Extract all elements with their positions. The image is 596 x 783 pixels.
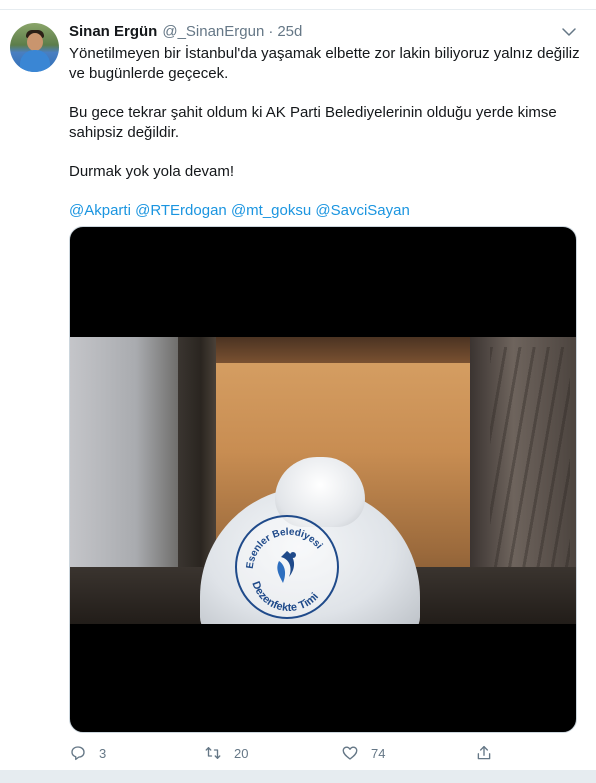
tweet-paragraph: Bu gece tekrar şahit oldum ki AK Parti B… bbox=[69, 104, 557, 141]
video-player[interactable]: Esenler Belediyesi Dezenfekte Timi bbox=[69, 226, 577, 733]
reply-icon bbox=[71, 746, 85, 761]
timeline-bottom-divider bbox=[0, 770, 596, 783]
heart-icon bbox=[342, 746, 358, 760]
video-door-top bbox=[215, 337, 475, 363]
mentions-line: @Akparti @RTErdogan @mt_goksu @SavciSaya… bbox=[69, 201, 584, 221]
video-frame: Esenler Belediyesi Dezenfekte Timi bbox=[70, 337, 576, 624]
share-icon bbox=[477, 745, 491, 760]
tweet-page: Sinan Ergün @_SinanErgun · 25d Yönetilme… bbox=[0, 0, 596, 783]
municipality-logo: Esenler Belediyesi Dezenfekte Timi bbox=[235, 515, 339, 619]
share-button[interactable] bbox=[475, 741, 493, 765]
avatar-shirt bbox=[20, 50, 50, 72]
like-count: 74 bbox=[371, 745, 386, 761]
retweet-button[interactable]: 20 bbox=[204, 741, 248, 765]
mention-link[interactable]: @mt_goksu bbox=[231, 202, 311, 219]
tweet-paragraph: Yönetilmeyen bir İstanbul'da yaşamak elb… bbox=[69, 45, 580, 82]
logo-emblem-icon bbox=[277, 551, 296, 583]
chevron-down-icon[interactable] bbox=[560, 23, 578, 41]
avatar[interactable] bbox=[10, 23, 59, 72]
like-button[interactable]: 74 bbox=[341, 741, 385, 765]
timeline-top-divider bbox=[0, 0, 596, 10]
header-separator: · bbox=[268, 23, 274, 40]
reply-button[interactable]: 3 bbox=[69, 741, 106, 765]
tweet-actions: 3 20 74 bbox=[69, 741, 509, 765]
tweet-timestamp[interactable]: 25d bbox=[277, 23, 302, 40]
tweet-header: Sinan Ergün @_SinanErgun · 25d bbox=[69, 23, 302, 43]
tweet-paragraph: Durmak yok yola devam! bbox=[69, 163, 235, 180]
mention-link[interactable]: @RTErdogan bbox=[135, 202, 227, 219]
tweet-text: Yönetilmeyen bir İstanbul'da yaşamak elb… bbox=[69, 44, 584, 221]
author-handle[interactable]: @_SinanErgun bbox=[162, 23, 264, 40]
mention-link[interactable]: @Akparti bbox=[69, 202, 131, 219]
tweet[interactable]: Sinan Ergün @_SinanErgun · 25d Yönetilme… bbox=[0, 11, 596, 770]
reply-count: 3 bbox=[99, 745, 107, 761]
author-name[interactable]: Sinan Ergün bbox=[69, 23, 157, 40]
retweet-icon bbox=[205, 747, 221, 759]
avatar-face bbox=[27, 33, 43, 51]
mention-link[interactable]: @SavciSayan bbox=[315, 202, 409, 219]
retweet-count: 20 bbox=[234, 745, 249, 761]
